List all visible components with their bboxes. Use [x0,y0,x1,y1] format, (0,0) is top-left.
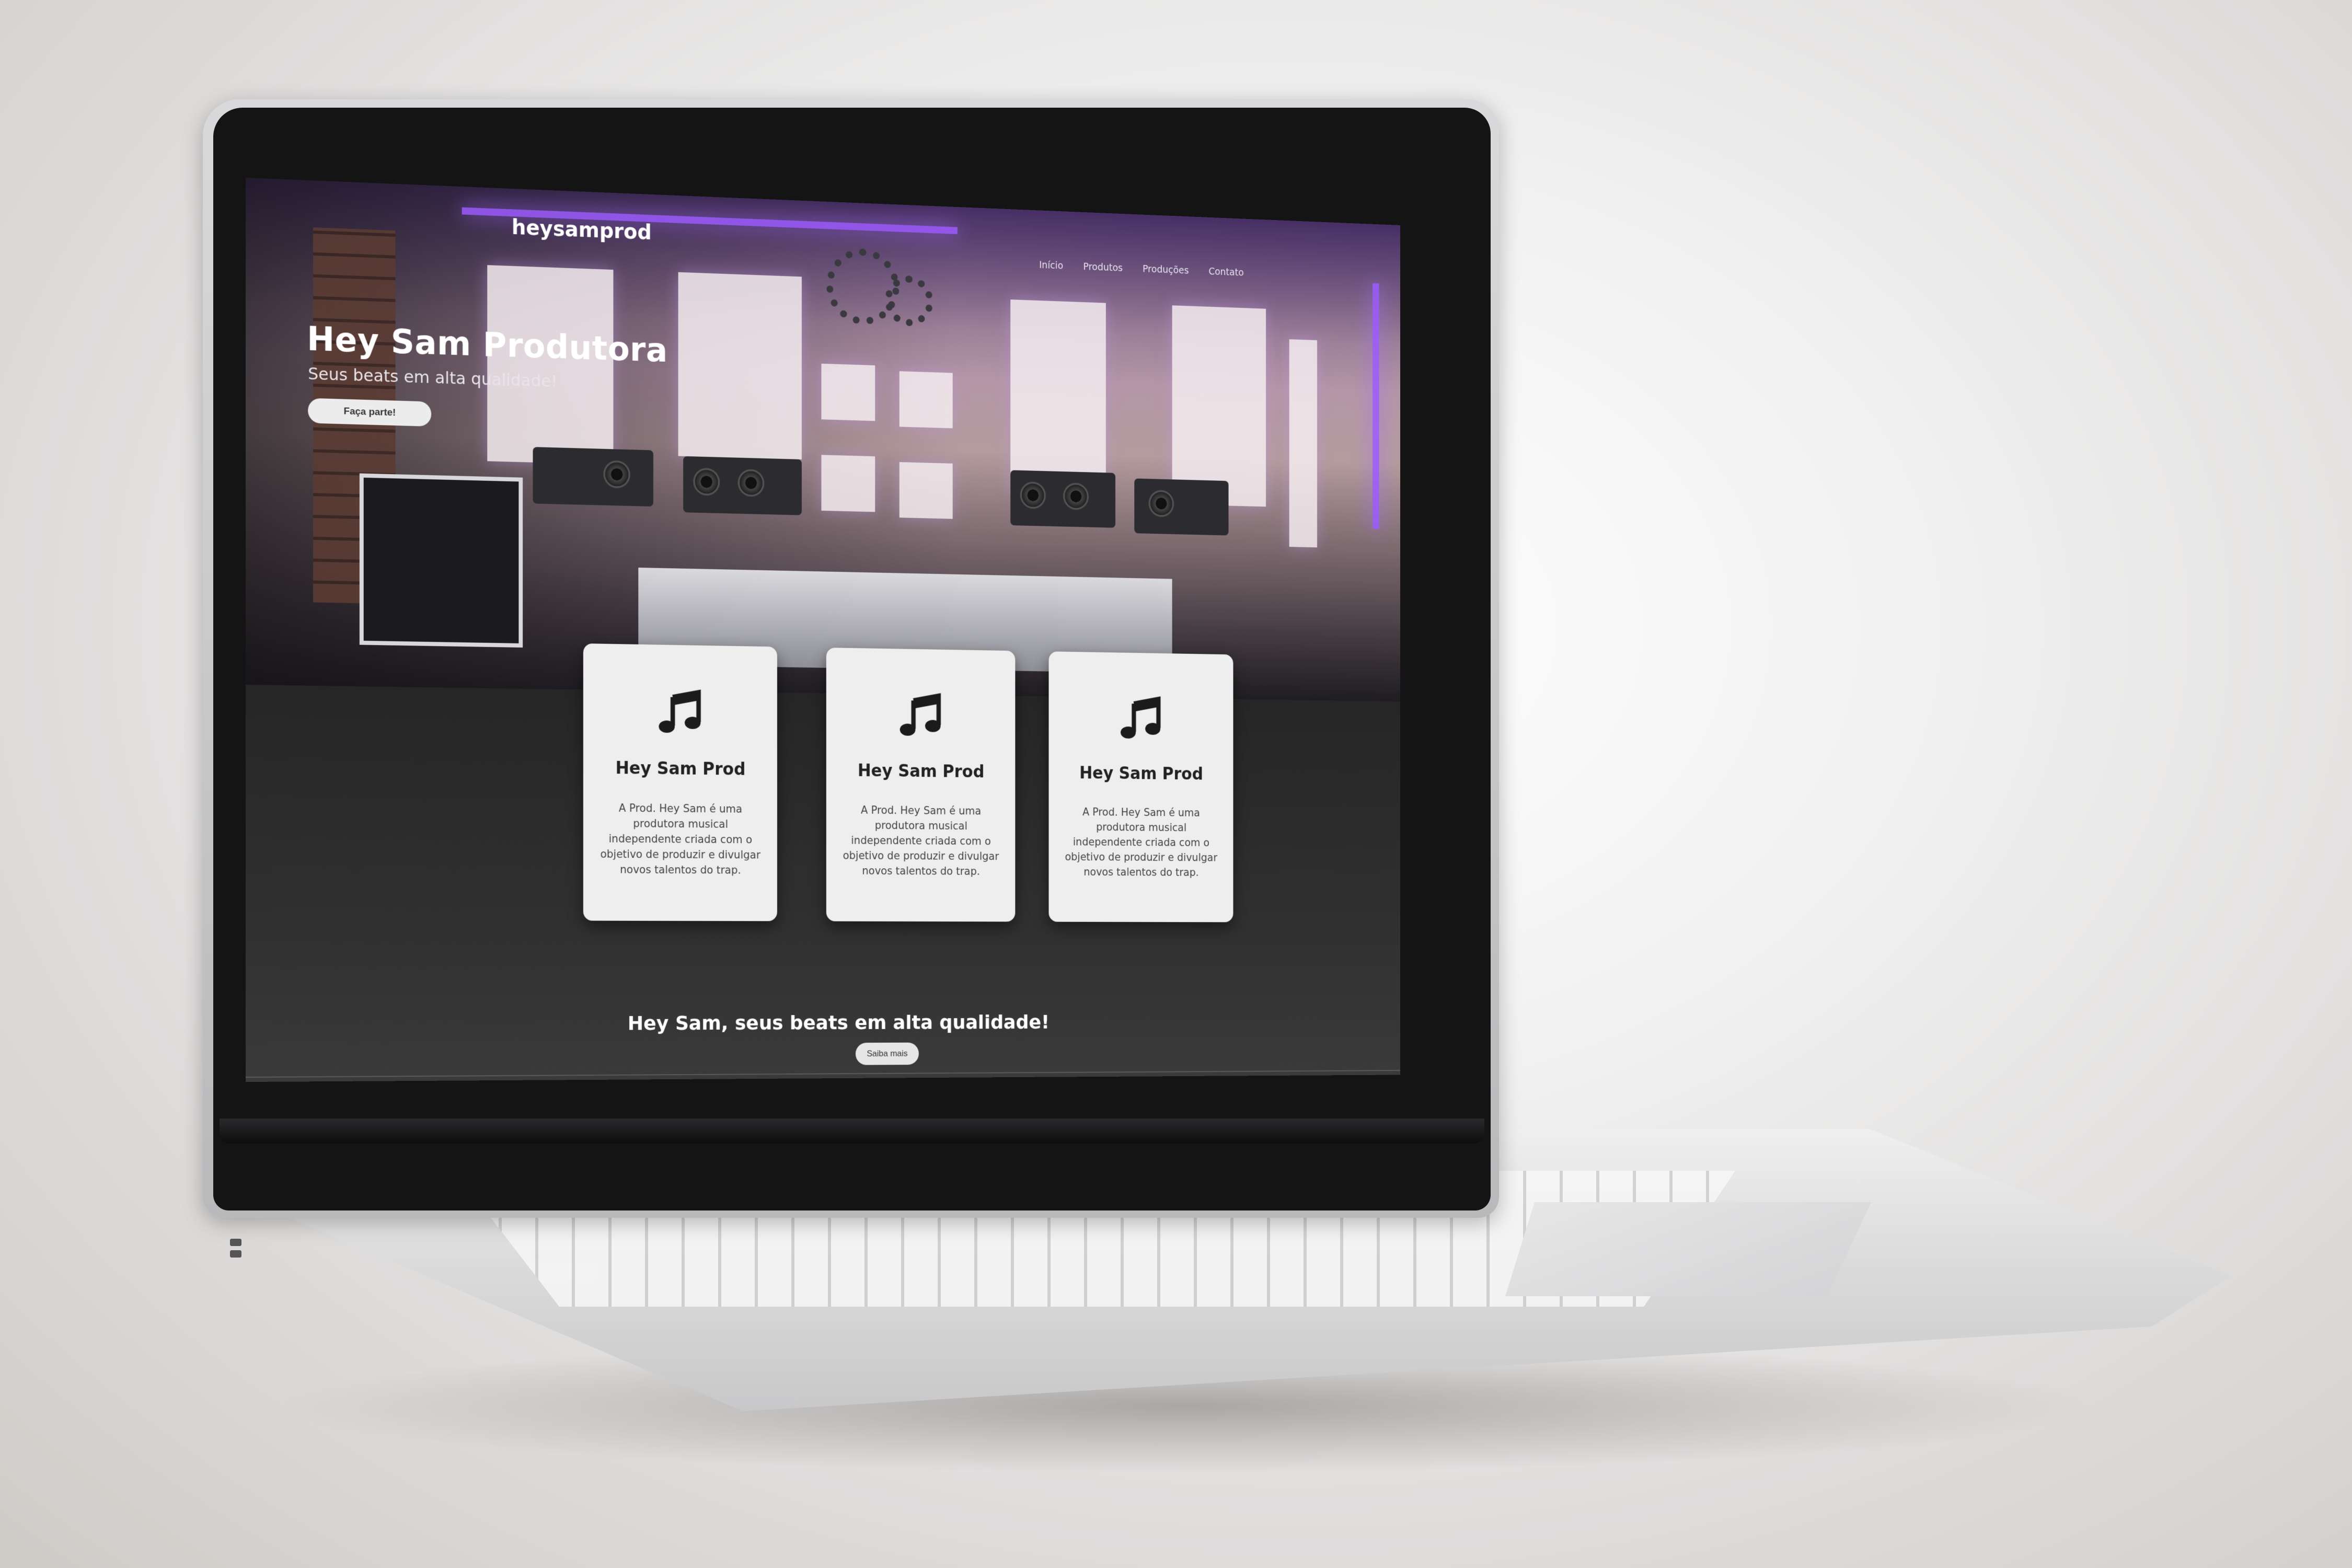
laptop-hinge [220,1119,1484,1144]
card-title: Hey Sam Prod [615,757,746,779]
studio-monitor-speaker [1010,470,1116,528]
hero-section: heysamprod Início Produtos Produções Con… [246,178,1401,702]
top-navigation: Início Produtos Produções Contato [1039,259,1243,278]
nav-item-inicio[interactable]: Início [1039,259,1063,271]
feature-card: Hey Sam Prod A Prod. Hey Sam é uma produ… [826,648,1016,922]
acoustic-panel [899,371,953,429]
acoustic-panel [821,363,875,421]
learn-more-button[interactable]: Saiba mais [855,1042,919,1065]
feature-card: Hey Sam Prod A Prod. Hey Sam é uma produ… [583,643,777,921]
acoustic-panel [821,455,875,512]
nav-item-producoes[interactable]: Produções [1143,263,1189,276]
laptop-trackpad [1505,1202,1871,1296]
card-text: A Prod. Hey Sam é uma produtora musical … [1065,805,1218,879]
acoustic-panel [1172,305,1266,507]
side-led [1373,283,1379,529]
studio-monitor-speaker [1134,478,1229,536]
acoustic-panel [1010,299,1106,493]
nav-item-produtos[interactable]: Produtos [1083,261,1123,274]
card-title: Hey Sam Prod [1079,763,1203,784]
acoustic-panel [899,462,953,519]
brand-logo[interactable]: heysamprod [512,215,652,245]
mockup-scene: heysamprod Início Produtos Produções Con… [0,0,2352,1568]
studio-monitor-speaker [683,456,802,515]
laptop-ports [230,1239,261,1260]
join-button[interactable]: Faça parte! [308,398,432,427]
gear-decoration [884,274,933,327]
card-text: A Prod. Hey Sam é uma produtora musical … [600,802,760,877]
feature-card: Hey Sam Prod A Prod. Hey Sam é uma produ… [1048,651,1233,923]
studio-monitor-speaker [533,447,653,507]
music-note-icon [1121,693,1166,743]
laptop-screen: heysamprod Início Produtos Produções Con… [246,178,1401,1082]
computer-monitor [359,473,523,648]
card-title: Hey Sam Prod [857,760,985,782]
music-note-icon [659,686,706,737]
acoustic-panel [678,272,802,459]
acoustic-panel [1289,339,1317,548]
card-text: A Prod. Hey Sam é uma produtora musical … [843,804,999,878]
music-note-icon [900,689,946,741]
nav-item-contato[interactable]: Contato [1208,266,1243,278]
cta-title: Hey Sam, seus beats em alta qualidade! [627,1011,1050,1035]
